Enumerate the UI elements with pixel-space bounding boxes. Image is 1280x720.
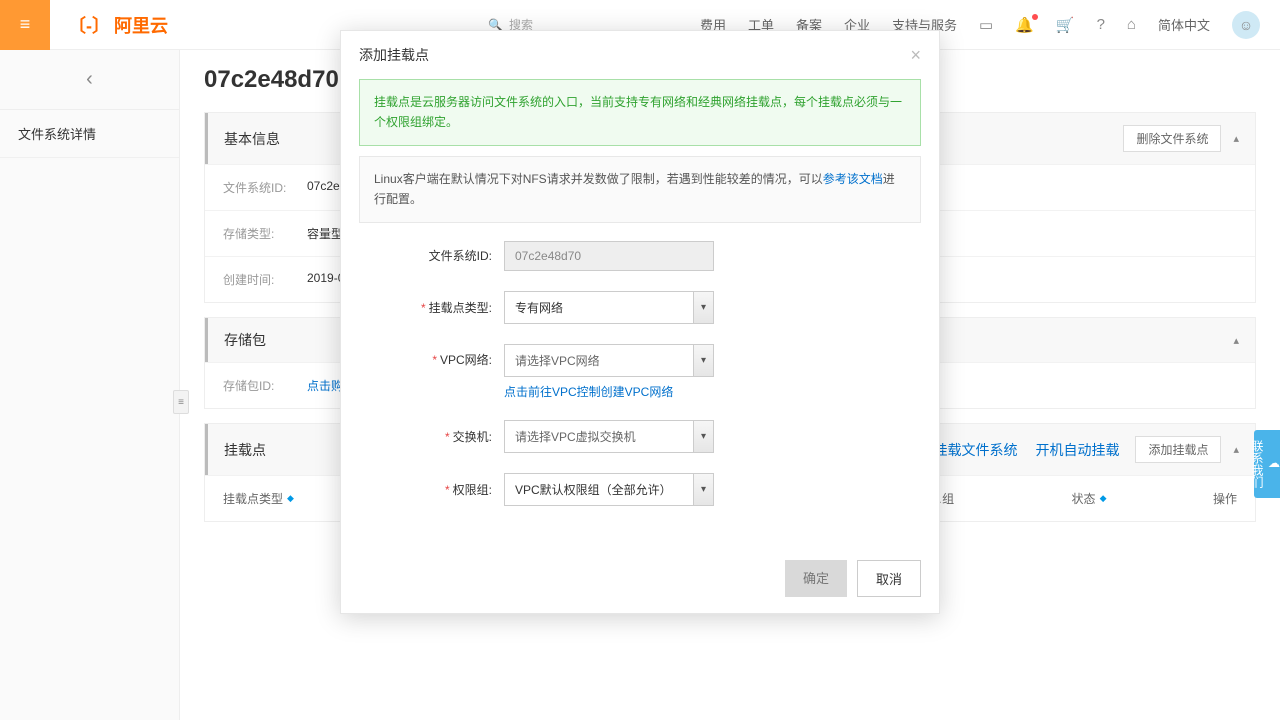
ok-button[interactable]: 确定 [785, 560, 847, 597]
chat-icon: ☁ [1268, 456, 1280, 470]
chevron-down-icon: ▾ [693, 421, 713, 452]
label-fsid: 文件系统ID: [359, 247, 504, 264]
chevron-down-icon: ▾ [693, 474, 713, 505]
type-select-value: 专有网络 [505, 292, 693, 323]
modal-body: 挂载点是云服务器访问文件系统的入口，当前支持专有网络和经典网络挂载点，每个挂载点… [341, 79, 939, 544]
form-row-type: *挂载点类型: 专有网络 ▾ [359, 291, 921, 324]
vpc-select[interactable]: 请选择VPC网络 ▾ [504, 344, 714, 377]
group-select-value: VPC默认权限组（全部允许） [505, 474, 693, 505]
label-switch: 交换机: [453, 430, 492, 444]
form-row-fsid: 文件系统ID: 07c2e48d70 [359, 241, 921, 271]
doc-link[interactable]: 参考该文档 [823, 172, 883, 186]
chevron-down-icon: ▾ [693, 292, 713, 323]
form-row-switch: *交换机: 请选择VPC虚拟交换机 ▾ [359, 420, 921, 453]
label-type: 挂载点类型: [429, 301, 492, 315]
cancel-button[interactable]: 取消 [857, 560, 921, 597]
fsid-readonly: 07c2e48d70 [504, 241, 714, 271]
contact-us-tab[interactable]: ☁ 联系我们 [1254, 430, 1280, 498]
modal-title: 添加挂载点 [359, 45, 429, 65]
group-select[interactable]: VPC默认权限组（全部允许） ▾ [504, 473, 714, 506]
modal-add-mount: 添加挂载点 × 挂载点是云服务器访问文件系统的入口，当前支持专有网络和经典网络挂… [340, 30, 940, 614]
label-vpc: VPC网络: [440, 353, 492, 367]
form-row-group: *权限组: VPC默认权限组（全部允许） ▾ [359, 473, 921, 506]
modal-footer: 确定 取消 [341, 544, 939, 613]
modal-head: 添加挂载点 × [341, 31, 939, 79]
create-vpc-link[interactable]: 点击前往VPC控制创建VPC网络 [504, 383, 921, 400]
close-icon[interactable]: × [910, 46, 921, 64]
form-row-vpc: *VPC网络: 请选择VPC网络 ▾ 点击前往VPC控制创建VPC网络 [359, 344, 921, 400]
alert-success: 挂载点是云服务器访问文件系统的入口，当前支持专有网络和经典网络挂载点，每个挂载点… [359, 79, 921, 146]
type-select[interactable]: 专有网络 ▾ [504, 291, 714, 324]
vpc-placeholder: 请选择VPC网络 [505, 345, 693, 376]
chevron-down-icon: ▾ [693, 345, 713, 376]
modal-mask: 添加挂载点 × 挂载点是云服务器访问文件系统的入口，当前支持专有网络和经典网络挂… [0, 0, 1280, 720]
label-group: 权限组: [453, 483, 492, 497]
alert-info: Linux客户端在默认情况下对NFS请求并发数做了限制，若遇到性能较差的情况，可… [359, 156, 921, 223]
switch-placeholder: 请选择VPC虚拟交换机 [505, 421, 693, 452]
switch-select[interactable]: 请选择VPC虚拟交换机 ▾ [504, 420, 714, 453]
